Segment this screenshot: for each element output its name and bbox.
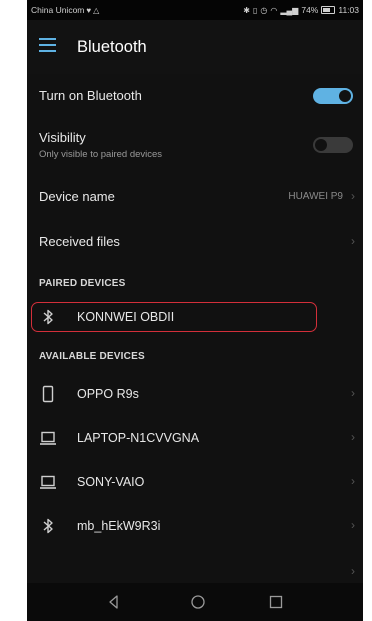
phone-screen: China Unicom ♥ △ ✱ ▯ ◷ ◠ ▂▄▆ 74% 11:03 B… (27, 0, 363, 621)
chevron-right-icon: › (351, 564, 355, 578)
status-time: 11:03 (338, 5, 359, 15)
chevron-right-icon: › (351, 234, 355, 248)
battery-icon (321, 6, 336, 14)
chevron-right-icon: › (351, 474, 355, 488)
laptop-icon (40, 431, 56, 445)
navigation-bar (27, 583, 363, 621)
recents-icon[interactable] (267, 593, 285, 611)
available-device-item[interactable]: mb_hEkW9R3i › (27, 504, 363, 548)
app-bar: Bluetooth (27, 20, 363, 74)
battery-percent: 74% (301, 5, 319, 15)
bluetooth-toggle[interactable] (313, 88, 353, 104)
available-device-name: OPPO R9s (77, 387, 139, 401)
turn-on-bluetooth-row[interactable]: Turn on Bluetooth (27, 74, 363, 118)
chevron-right-icon: › (351, 518, 355, 532)
home-icon[interactable] (189, 593, 207, 611)
available-device-name: mb_hEkW9R3i (77, 519, 161, 533)
heart-icon: ♥ (86, 5, 92, 15)
available-device-name: LAPTOP-N1CVVGNA (77, 431, 200, 445)
received-files-label: Received files (39, 234, 120, 249)
visibility-toggle[interactable] (313, 137, 353, 153)
available-device-item[interactable]: LAPTOP-N1CVVGNA › (27, 416, 363, 460)
laptop-icon (40, 475, 56, 489)
phone-icon (42, 385, 54, 403)
chevron-right-icon: › (351, 430, 355, 444)
received-files-row[interactable]: Received files › (27, 222, 363, 264)
chevron-right-icon: › (351, 189, 355, 203)
back-icon[interactable] (105, 593, 123, 611)
device-name-value: HUAWEI P9 (288, 191, 343, 202)
turn-on-bluetooth-label: Turn on Bluetooth (39, 88, 142, 103)
hamburger-menu-icon[interactable] (39, 38, 56, 54)
selection-highlight (31, 302, 317, 332)
status-bar: China Unicom ♥ △ ✱ ▯ ◷ ◠ ▂▄▆ 74% 11:03 (27, 0, 363, 20)
vibrate-icon: ▯ (252, 5, 258, 15)
device-name-row[interactable]: Device name HUAWEI P9 › (27, 170, 363, 222)
device-name-label: Device name (39, 189, 115, 204)
carrier-label: China Unicom (31, 5, 85, 15)
alarm-icon: ◷ (260, 5, 268, 15)
bluetooth-icon (43, 518, 53, 534)
list-item[interactable]: › (27, 548, 363, 583)
available-device-item[interactable]: OPPO R9s › (27, 372, 363, 416)
visibility-sublabel: Only visible to paired devices (39, 149, 163, 160)
visibility-row[interactable]: Visibility Only visible to paired device… (27, 118, 363, 170)
available-devices-header: AVAILABLE DEVICES (39, 351, 145, 362)
signal-icon: ▂▄▆ (280, 5, 299, 15)
page-title: Bluetooth (77, 38, 147, 56)
available-device-item[interactable]: SONY-VAIO › (27, 460, 363, 504)
paired-devices-header: PAIRED DEVICES (39, 278, 126, 289)
chevron-right-icon: › (351, 386, 355, 400)
wifi-icon: ◠ (270, 5, 278, 15)
available-device-name: SONY-VAIO (77, 475, 145, 489)
bluetooth-status-icon: ✱ (243, 5, 250, 15)
notification-icon: △ (93, 5, 100, 15)
visibility-label: Visibility (39, 130, 86, 145)
